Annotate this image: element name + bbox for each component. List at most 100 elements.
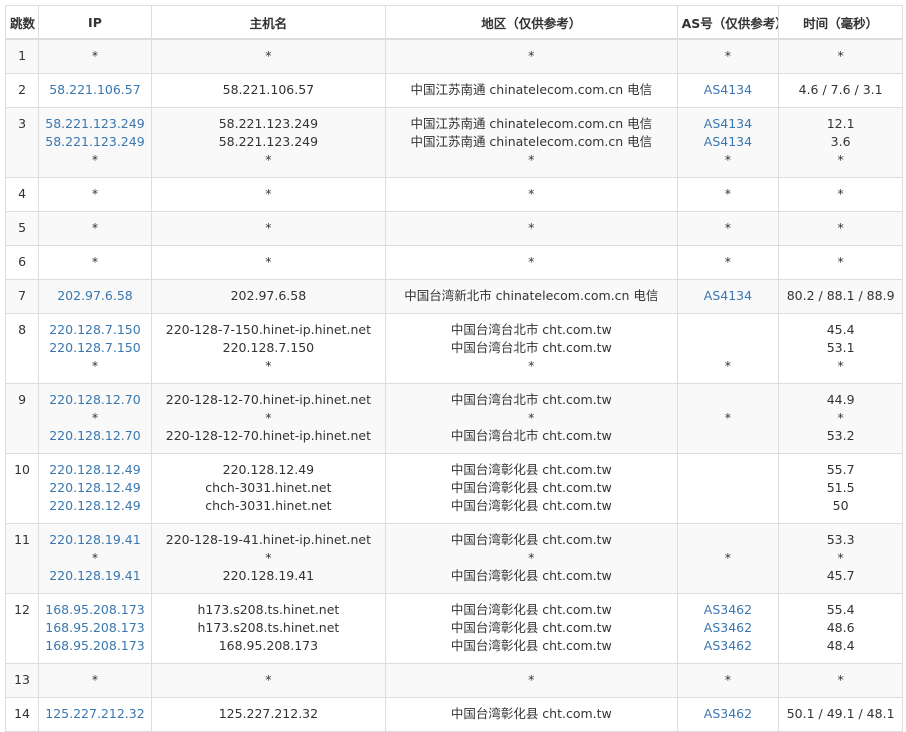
hop-cell: 5 (4, 210, 40, 246)
time-cell: * (778, 244, 903, 280)
time-value: 45.7 (826, 568, 855, 583)
hop-cell: 1 (4, 38, 40, 74)
ip-link[interactable]: 220.128.19.41 (43, 531, 147, 549)
ip-link[interactable]: 58.221.123.249 (43, 115, 147, 133)
as-link[interactable]: AS4134 (682, 115, 775, 133)
region-cell: * (384, 176, 678, 212)
as-link[interactable]: AS3462 (682, 705, 775, 723)
ip-value: * (91, 254, 99, 269)
region-value: 中国江苏南通 chinatelecom.com.cn 电信 (410, 134, 653, 149)
region-value: 中国台湾彰化县 cht.com.tw (450, 620, 612, 635)
hop-cell: 14 (4, 696, 40, 732)
ip-link[interactable]: 125.227.212.32 (43, 705, 147, 723)
ip-link[interactable]: 220.128.12.70 (43, 391, 147, 409)
time-value: 45.4 (826, 322, 855, 337)
as-value (682, 461, 775, 479)
hop-number: 7 (18, 288, 27, 303)
hostname-value: * (265, 220, 272, 235)
ip-value: * (91, 152, 99, 167)
hop-number: 8 (18, 321, 27, 337)
region-cell: * (384, 244, 678, 280)
ip-link[interactable]: 168.95.208.173 (43, 637, 147, 655)
ip-link[interactable]: 220.128.12.49 (43, 461, 147, 479)
as-cell: AS4134 AS4134 * (676, 106, 780, 178)
hostname-cell: 58.221.106.57 (150, 72, 386, 108)
ip-cell: * (38, 662, 152, 698)
ip-cell: * (38, 210, 152, 246)
ip-link[interactable]: 220.128.19.41 (43, 567, 147, 585)
ip-link[interactable]: 58.221.123.249 (43, 133, 147, 151)
region-value: * (528, 220, 535, 235)
ip-link[interactable]: 168.95.208.173 (43, 619, 147, 637)
ip-link[interactable]: 220.128.7.150 (43, 321, 147, 339)
header-region: 地区（仅供参考） (384, 5, 678, 40)
hop-number: 4 (18, 186, 27, 201)
hostname-value: * (265, 410, 272, 425)
region-cell: 中国江苏南通 chinatelecom.com.cn 电信 中国江苏南通 chin… (384, 106, 678, 178)
as-link[interactable]: AS4134 (682, 81, 775, 99)
hop-cell: 4 (4, 176, 40, 212)
as-link[interactable]: AS4134 (682, 287, 775, 305)
time-value: * (837, 550, 844, 565)
region-cell: 中国台湾彰化县 cht.com.tw 中国台湾彰化县 cht.com.tw 中国台湾… (384, 592, 678, 664)
time-cell: 55.4 48.6 48.4 (778, 592, 903, 664)
hop-number: 9 (18, 391, 27, 407)
hostname-value: h173.s208.ts.hinet.net (197, 602, 340, 617)
region-value: 中国台湾彰化县 cht.com.tw (450, 568, 612, 583)
region-value: 中国台湾台北市 cht.com.tw (450, 392, 612, 407)
ip-link[interactable]: 58.221.106.57 (43, 81, 147, 99)
ip-link[interactable]: 202.97.6.58 (43, 287, 147, 305)
table-row: 4 * * * * * (4, 176, 903, 212)
ip-value: * (91, 410, 99, 425)
time-cell: * (778, 38, 903, 74)
ip-value: * (91, 220, 99, 235)
as-link[interactable]: AS3462 (682, 601, 775, 619)
ip-link[interactable]: 220.128.7.150 (43, 339, 147, 357)
as-link[interactable]: AS3462 (682, 637, 775, 655)
as-link[interactable]: AS4134 (682, 133, 775, 151)
region-value: 中国台湾彰化县 cht.com.tw (450, 462, 612, 477)
hop-cell: 2 (4, 72, 40, 108)
time-value: 50.1 / 49.1 / 48.1 (786, 706, 895, 721)
as-value: * (724, 358, 732, 373)
hostname-cell: 125.227.212.32 (150, 696, 386, 732)
region-cell: 中国台湾彰化县 cht.com.tw (384, 696, 678, 732)
ip-link[interactable]: 220.128.12.49 (43, 497, 147, 515)
time-value: 48.6 (826, 620, 855, 635)
header-as: AS号（仅供参考） (676, 5, 780, 40)
ip-link[interactable]: 168.95.208.173 (43, 601, 147, 619)
ip-value: * (91, 48, 99, 64)
hop-cell: 11 (4, 522, 40, 594)
time-cell: * (778, 176, 903, 212)
hostname-value: 58.221.123.249 (218, 134, 319, 149)
as-cell: * (676, 662, 780, 698)
ip-link[interactable]: 220.128.12.49 (43, 479, 147, 497)
hostname-value: 220.128.7.150 (222, 340, 315, 355)
time-value: 44.9 (826, 392, 855, 407)
hop-cell: 13 (4, 662, 40, 698)
time-cell: 80.2 / 88.1 / 88.9 (778, 278, 903, 314)
hop-number: 2 (18, 82, 27, 97)
region-cell: 中国台湾彰化县 cht.com.tw 中国台湾彰化县 cht.com.tw 中国台湾… (384, 452, 678, 524)
time-value: * (837, 410, 844, 425)
time-value: 4.6 / 7.6 / 3.1 (798, 82, 883, 97)
ip-link[interactable]: 220.128.12.70 (43, 427, 147, 445)
as-value: * (724, 410, 732, 425)
hostname-cell: * (150, 662, 386, 698)
ip-value: * (91, 672, 99, 687)
region-value: 中国江苏南通 chinatelecom.com.cn 电信 (410, 82, 653, 97)
as-cell: AS3462 AS3462 AS3462 (676, 592, 780, 664)
as-value (682, 497, 775, 515)
hostname-value: * (265, 254, 272, 269)
as-value (682, 567, 775, 585)
hop-cell: 3 (4, 106, 40, 178)
table-row: 11 220.128.19.41 * 220.128.19.41 220-128-19-… (4, 522, 903, 594)
as-value: * (724, 220, 732, 235)
as-link[interactable]: AS3462 (682, 619, 775, 637)
as-cell: * (676, 210, 780, 246)
time-value: 48.4 (826, 638, 855, 653)
hostname-cell: h173.s208.ts.hinet.net h173.s208.ts.hinet… (150, 592, 386, 664)
hostname-value: chch-3031.hinet.net (205, 480, 332, 495)
as-value (682, 479, 775, 497)
time-cell: 45.4 53.1 * (778, 312, 903, 384)
